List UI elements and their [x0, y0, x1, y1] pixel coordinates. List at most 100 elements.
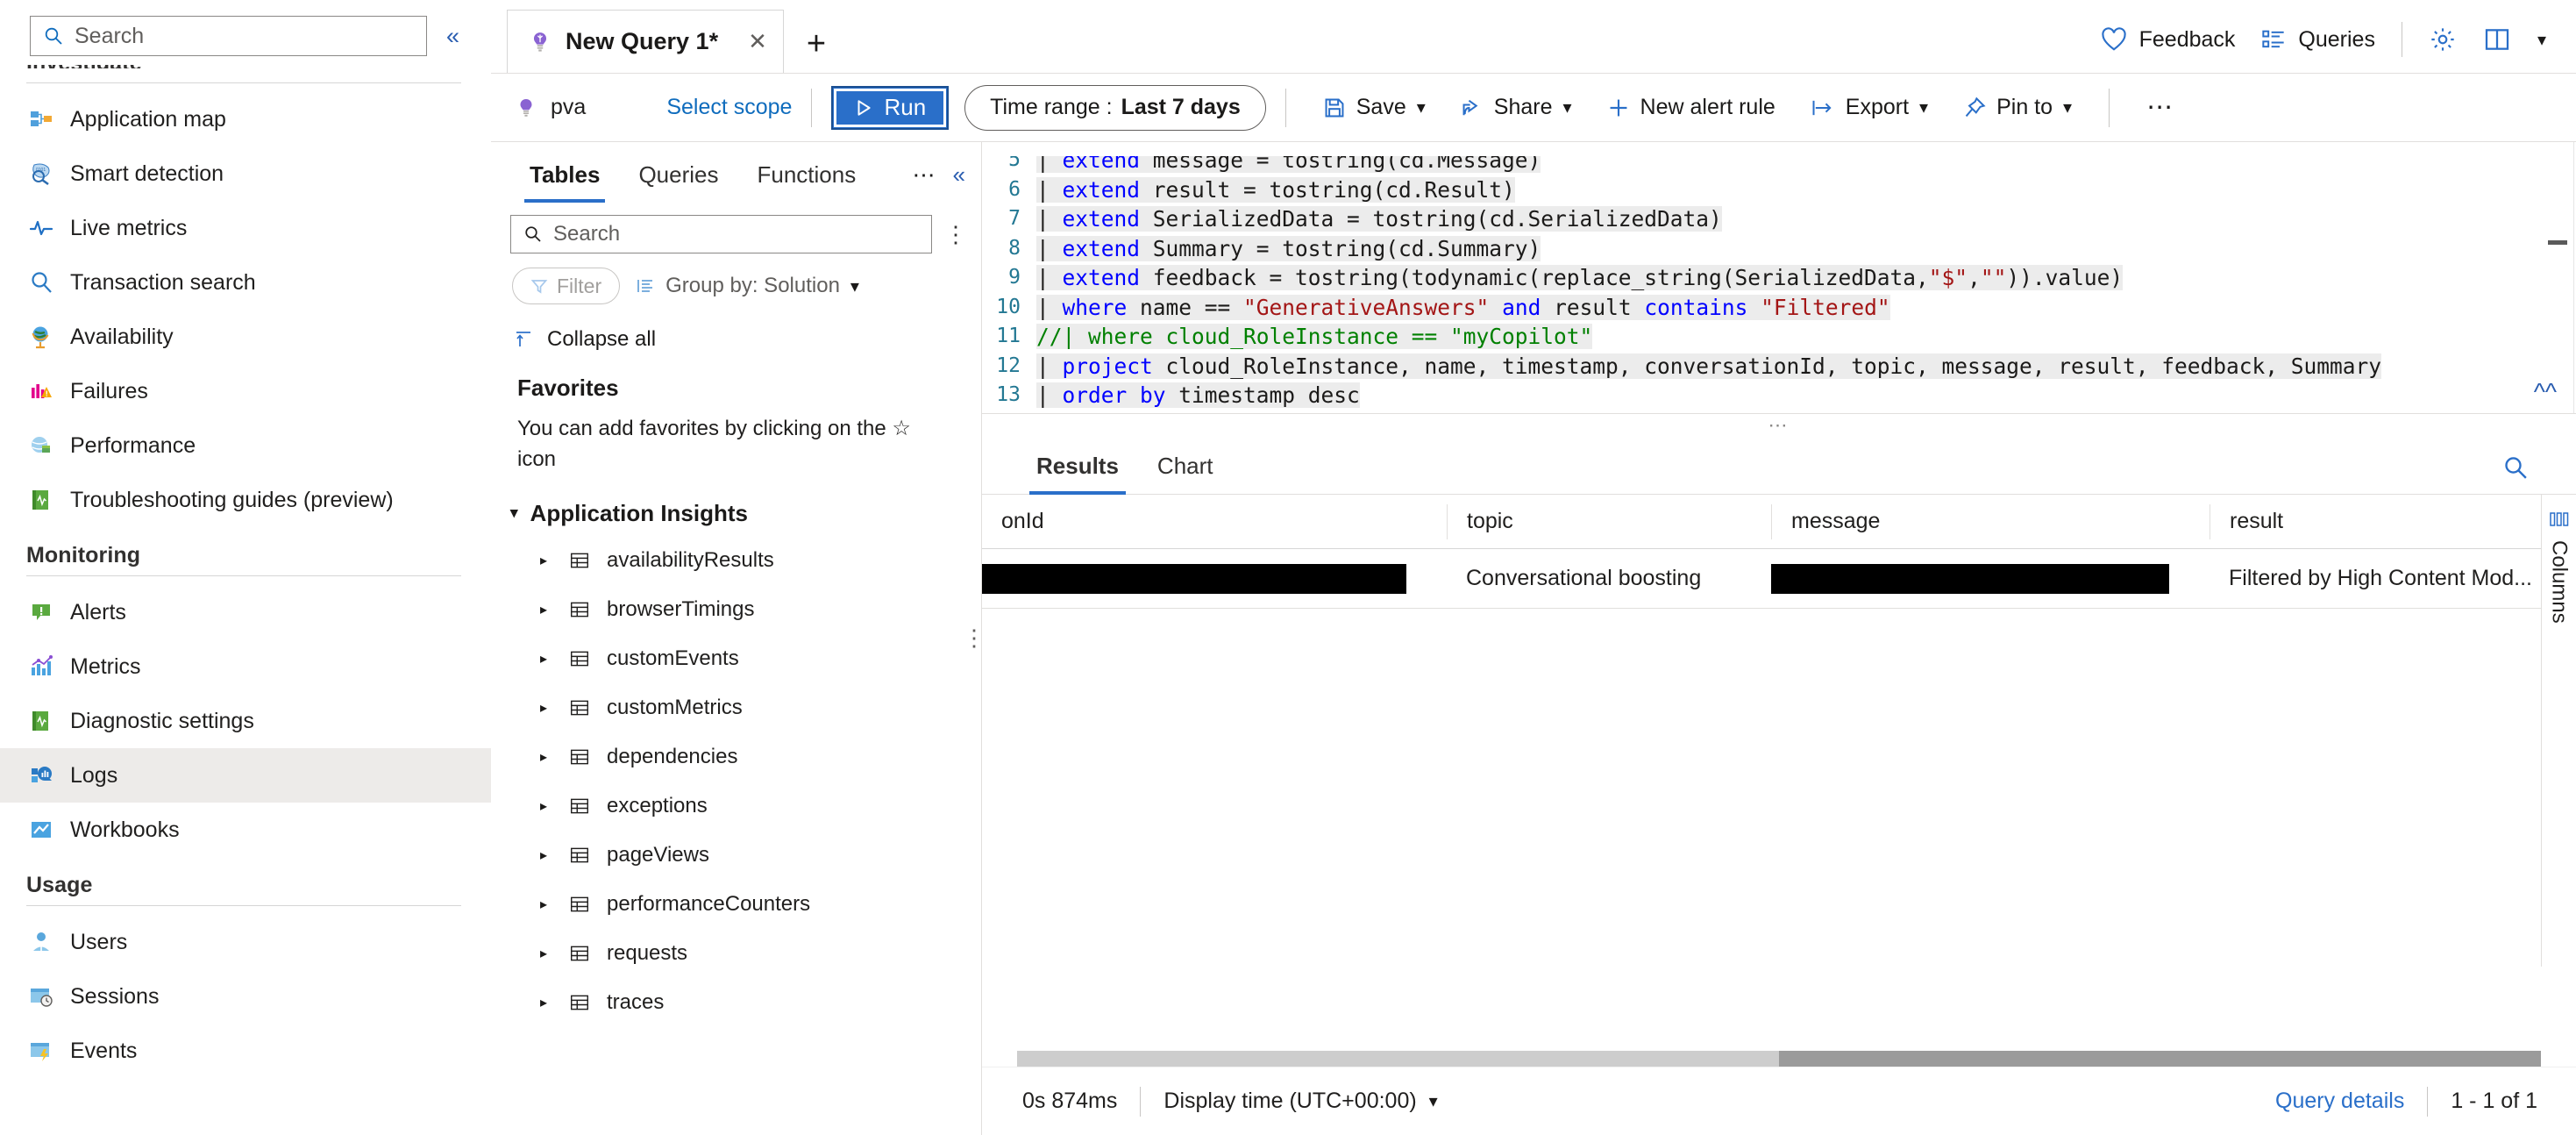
column-header[interactable]: result	[2210, 503, 2576, 539]
column-header[interactable]: topic	[1447, 503, 1771, 539]
query-tab-new-query-1[interactable]: New Query 1* ✕	[507, 10, 784, 73]
sidebar-item-label: Workbooks	[70, 817, 180, 842]
table-item-dependencies[interactable]: ▸ dependencies	[491, 732, 981, 782]
sidebar-item-logs[interactable]: Logs	[0, 748, 491, 803]
run-label: Run	[884, 94, 927, 120]
close-icon[interactable]: ✕	[748, 28, 767, 55]
table-item-custommetrics[interactable]: ▸ customMetrics	[491, 683, 981, 732]
time-range-picker[interactable]: Time range : Last 7 days	[964, 84, 1266, 131]
table-item-requests[interactable]: ▸ requests	[491, 929, 981, 978]
triangle-right-icon[interactable]: ▸	[540, 699, 552, 717]
sidebar-item-metrics[interactable]: Metrics	[0, 639, 491, 694]
filter-button[interactable]: Filter	[512, 268, 621, 304]
sidebar-item-availability[interactable]: Availability	[0, 310, 491, 364]
collapse-all-button[interactable]: Collapse all	[491, 304, 981, 352]
triangle-right-icon[interactable]: ▸	[540, 748, 552, 766]
display-time-dropdown[interactable]: Display time (UTC+00:00) ▾	[1163, 1089, 1437, 1114]
table-item-customevents[interactable]: ▸ customEvents	[491, 634, 981, 683]
horizontal-drag-icon[interactable]: ⋯	[982, 414, 2576, 437]
kql-code[interactable]: 5 | extend message = tostring(cd.Message)…	[982, 142, 2576, 413]
sidebar-search-input[interactable]: Search	[30, 16, 427, 56]
sidebar-item-alerts[interactable]: Alerts	[0, 585, 491, 639]
sidebar-item-events[interactable]: Events	[0, 1024, 491, 1078]
table-item-browsertimings[interactable]: ▸ browserTimings	[491, 585, 981, 634]
tab-results[interactable]: Results	[1017, 453, 1138, 495]
table-cell[interactable]	[1771, 549, 2210, 608]
triangle-right-icon[interactable]: ▸	[540, 896, 552, 913]
feedback-button[interactable]: Feedback	[2101, 27, 2235, 53]
export-button[interactable]: Export ▾	[1793, 83, 1946, 132]
plus-icon[interactable]: +	[784, 27, 849, 73]
table-cell[interactable]	[982, 549, 1447, 608]
share-button[interactable]: Share ▾	[1443, 83, 1590, 132]
vertical-grip-icon[interactable]: ⋮	[963, 627, 986, 649]
columns-rail[interactable]: Columns	[2541, 495, 2576, 967]
filter-label: Filter	[557, 274, 602, 297]
table-cell[interactable]: Filtered by High Content Mod...	[2210, 549, 2576, 608]
sidebar-item-failures[interactable]: Failures	[0, 364, 491, 418]
select-scope-link[interactable]: Select scope	[666, 95, 792, 120]
tab-tables[interactable]: Tables	[510, 161, 619, 203]
sidebar-item-application-map[interactable]: Application map	[0, 92, 491, 146]
code-token: result = tostring(cd.Result)	[1140, 176, 1515, 203]
table-item-exceptions[interactable]: ▸ exceptions	[491, 782, 981, 831]
book-icon[interactable]	[2483, 26, 2511, 53]
tab-queries[interactable]: Queries	[619, 161, 737, 203]
table-row[interactable]: Conversational boosting Filtered by High …	[982, 549, 2576, 609]
chevron-double-left-icon[interactable]: «	[953, 161, 965, 189]
ellipsis-icon[interactable]: ⋯	[2129, 83, 2193, 132]
alerts-icon	[28, 599, 54, 625]
triangle-right-icon[interactable]: ▸	[540, 994, 552, 1011]
sidebar-item-sessions[interactable]: Sessions	[0, 969, 491, 1024]
new-alert-rule-button[interactable]: New alert rule	[1590, 83, 1793, 132]
table-icon	[568, 894, 591, 915]
chevron-double-up-icon[interactable]: ^^	[2534, 378, 2557, 406]
scrollbar-thumb[interactable]	[1017, 1051, 1779, 1067]
editor-scrollbar-thumb[interactable]	[2548, 240, 2567, 245]
kebab-menu-icon[interactable]: ⋮	[944, 223, 967, 246]
sidebar-item-users[interactable]: Users	[0, 915, 491, 969]
triangle-right-icon[interactable]: ▸	[540, 552, 552, 569]
triangle-right-icon[interactable]: ▸	[540, 797, 552, 815]
search-icon[interactable]	[2502, 454, 2576, 493]
save-button[interactable]: Save ▾	[1306, 83, 1443, 132]
gear-icon[interactable]	[2429, 25, 2457, 54]
ellipsis-icon[interactable]: ⋯	[913, 161, 937, 189]
scrollbar-track[interactable]	[1779, 1051, 2541, 1067]
sidebar-item-smart-detection[interactable]: 0101 Smart detection	[0, 146, 491, 201]
triangle-right-icon[interactable]: ▸	[540, 846, 552, 864]
column-header[interactable]: message	[1771, 503, 2210, 539]
editor-scrollbar-track[interactable]	[2573, 142, 2574, 413]
query-details-link[interactable]: Query details	[2275, 1089, 2404, 1114]
editor-results-column: 5 | extend message = tostring(cd.Message)…	[982, 142, 2576, 1135]
table-item-pageviews[interactable]: ▸ pageViews	[491, 831, 981, 880]
kql-query-editor[interactable]: 5 | extend message = tostring(cd.Message)…	[982, 142, 2576, 414]
table-item-availabilityresults[interactable]: ▸ availabilityResults	[491, 536, 981, 585]
triangle-right-icon[interactable]: ▸	[540, 945, 552, 962]
tables-search-input[interactable]: Search	[510, 215, 932, 253]
sidebar-item-troubleshooting-guides[interactable]: Troubleshooting guides (preview)	[0, 473, 491, 527]
tab-functions[interactable]: Functions	[737, 161, 875, 203]
chevron-double-left-icon[interactable]: «	[441, 23, 465, 50]
triangle-right-icon[interactable]: ▸	[540, 601, 552, 618]
triangle-right-icon[interactable]: ▸	[540, 650, 552, 667]
table-cell[interactable]: Conversational boosting	[1447, 549, 1771, 608]
results-horizontal-scrollbar[interactable]	[1017, 1051, 2541, 1067]
table-group-application-insights[interactable]: ▾ Application Insights	[491, 475, 981, 527]
sidebar-item-live-metrics[interactable]: Live metrics	[0, 201, 491, 255]
sidebar-item-transaction-search[interactable]: Transaction search	[0, 255, 491, 310]
queries-button[interactable]: Queries	[2261, 27, 2375, 53]
sidebar-item-workbooks[interactable]: Workbooks	[0, 803, 491, 857]
column-header[interactable]: onId	[982, 504, 1447, 539]
pin-to-button[interactable]: Pin to ▾	[1946, 83, 2089, 132]
run-button[interactable]: Run	[831, 85, 950, 130]
scope-indicator[interactable]: pva	[516, 95, 586, 120]
table-item-performancecounters[interactable]: ▸ performanceCounters	[491, 880, 981, 929]
chevron-down-icon[interactable]: ▾	[2537, 29, 2546, 51]
sidebar-item-performance[interactable]: Performance	[0, 418, 491, 473]
table-item-traces[interactable]: ▸ traces	[491, 978, 981, 1027]
tab-chart[interactable]: Chart	[1138, 453, 1233, 494]
sidebar-item-diagnostic-settings[interactable]: Diagnostic settings	[0, 694, 491, 748]
group-by-dropdown[interactable]: Group by: Solution ▾	[636, 274, 859, 298]
chevron-down-icon: ▾	[850, 276, 859, 296]
